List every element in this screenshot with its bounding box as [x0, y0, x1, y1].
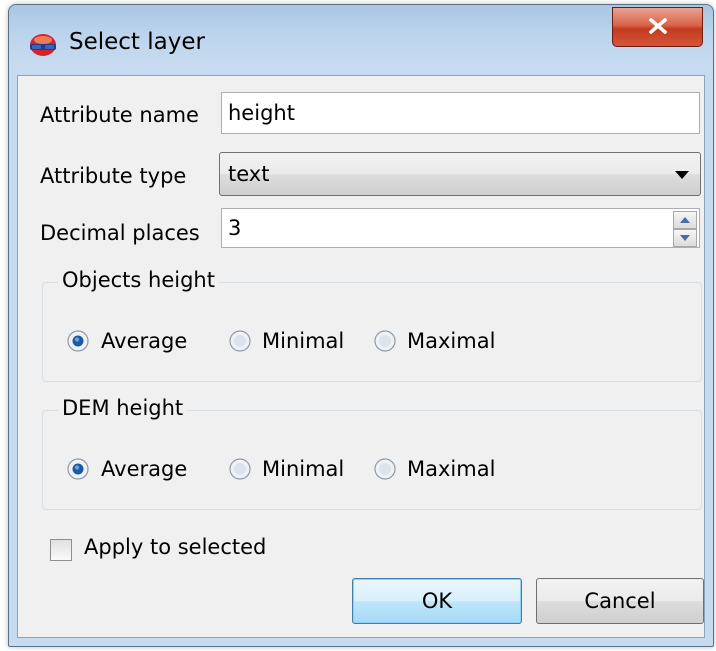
decimal-places-value: 3 — [228, 216, 242, 240]
objects-height-maximal-label: Maximal — [407, 329, 496, 353]
dem-height-average-label: Average — [101, 457, 188, 481]
dem-height-maximal-label: Maximal — [407, 457, 496, 481]
dem-height-maximal-radio[interactable] — [374, 458, 396, 480]
close-button[interactable] — [612, 7, 703, 47]
objects-height-average-radio[interactable] — [67, 330, 89, 352]
objects-height-minimal-radio[interactable] — [229, 330, 251, 352]
cancel-button-label: Cancel — [584, 589, 656, 613]
dem-height-minimal-radio[interactable] — [229, 458, 251, 480]
objects-height-group: Objects height Average Minimal Maximal — [42, 268, 702, 382]
attribute-name-value: height — [228, 101, 295, 125]
title-bar[interactable]: Select layer — [9, 5, 713, 75]
dem-height-average-radio[interactable] — [67, 458, 89, 480]
window-title: Select layer — [69, 29, 205, 55]
apply-to-selected-label[interactable]: Apply to selected — [84, 535, 266, 559]
dem-height-group: DEM height Average Minimal Maximal — [42, 396, 702, 510]
ok-button-label: OK — [421, 589, 453, 613]
dem-height-title: DEM height — [58, 396, 188, 420]
attribute-type-value: text — [228, 162, 270, 186]
decimal-places-spinbox[interactable]: 3 — [221, 208, 700, 248]
spin-down-button[interactable] — [673, 229, 697, 247]
objects-height-title: Objects height — [58, 268, 219, 292]
attribute-name-label: Attribute name — [40, 103, 199, 127]
objects-height-maximal-radio[interactable] — [374, 330, 396, 352]
attribute-type-select[interactable]: text — [219, 152, 701, 196]
arrow-down-icon — [680, 235, 690, 241]
attribute-name-input[interactable]: height — [221, 92, 700, 134]
close-icon — [649, 18, 667, 34]
objects-height-average-label: Average — [101, 329, 188, 353]
select-layer-dialog: Select layer Attribute name height Attri… — [8, 4, 714, 647]
spin-buttons — [673, 211, 697, 247]
chevron-down-icon — [675, 171, 689, 179]
spin-up-button[interactable] — [673, 211, 697, 229]
apply-to-selected-checkbox[interactable] — [50, 539, 72, 561]
app-icon — [30, 34, 56, 56]
dem-height-minimal-label: Minimal — [262, 457, 345, 481]
cancel-button[interactable]: Cancel — [536, 578, 704, 624]
dialog-client-area: Attribute name height Attribute type tex… — [17, 75, 705, 638]
decimal-places-label: Decimal places — [40, 221, 200, 245]
attribute-type-label: Attribute type — [40, 164, 187, 188]
objects-height-minimal-label: Minimal — [262, 329, 345, 353]
arrow-up-icon — [680, 217, 690, 223]
ok-button[interactable]: OK — [352, 578, 522, 624]
